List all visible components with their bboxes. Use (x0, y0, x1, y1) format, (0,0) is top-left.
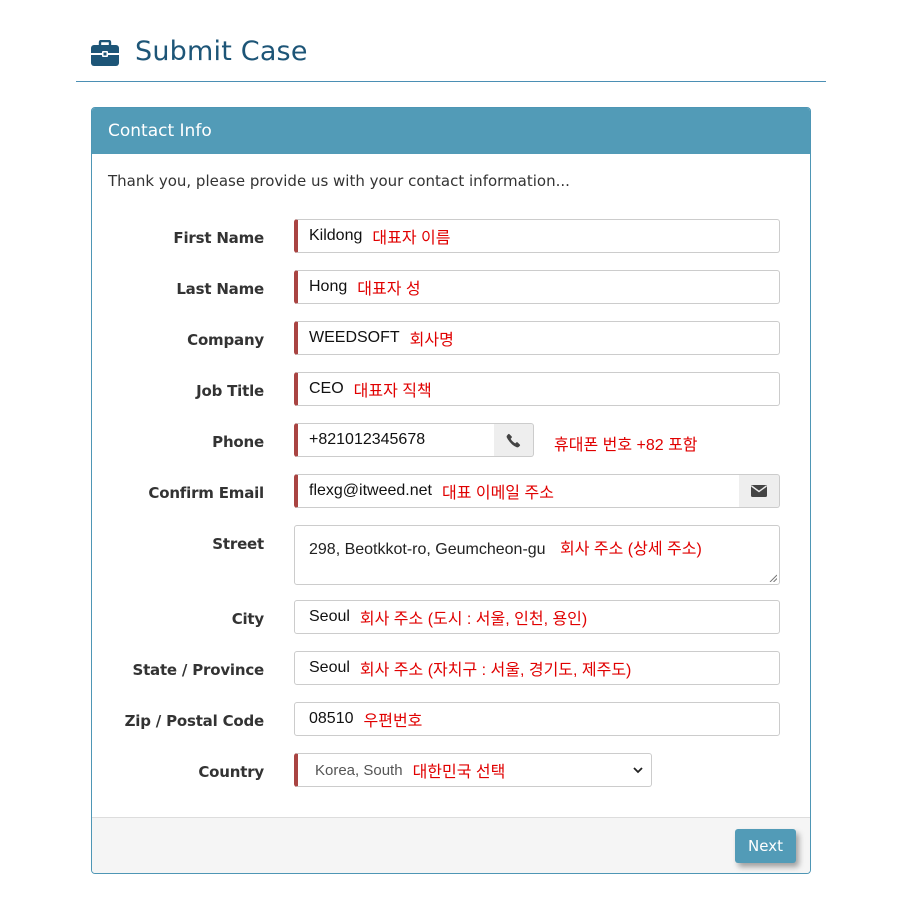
country-label: Country (198, 763, 264, 781)
city-input[interactable]: Seoul 회사 주소 (도시 : 서울, 인천, 용인) (294, 600, 780, 634)
zip-label: Zip / Postal Code (124, 712, 265, 730)
company-value: WEEDSOFT (309, 329, 400, 346)
country-value: Korea, South (315, 761, 403, 779)
state-input[interactable]: Seoul 회사 주소 (자치구 : 서울, 경기도, 제주도) (294, 651, 780, 685)
job-title-note: 대표자 직책 (353, 383, 432, 400)
phone-label: Phone (212, 433, 264, 451)
company-input[interactable]: WEEDSOFT 회사명 (294, 321, 780, 355)
zip-row: Zip / Postal Code 08510 우편번호 (92, 702, 810, 738)
first-name-value: Kildong (309, 227, 363, 244)
phone-value: +821012345678 (309, 431, 426, 448)
first-name-input[interactable]: Kildong 대표자 이름 (294, 219, 780, 253)
city-label: City (231, 610, 265, 628)
page: Submit Case Contact Info Thank you, plea… (0, 0, 905, 917)
city-value: Seoul (309, 608, 350, 625)
next-button[interactable]: Next (735, 829, 796, 863)
intro-text: Thank you, please provide us with your c… (108, 172, 570, 190)
city-row: City Seoul 회사 주소 (도시 : 서울, 인천, 용인) (92, 600, 810, 636)
briefcase-icon (91, 40, 119, 66)
country-row: Country Korea, South 대한민국 선택 (92, 753, 810, 789)
resize-grip-icon[interactable] (769, 574, 777, 582)
zip-note: 우편번호 (363, 713, 423, 730)
state-label: State / Province (132, 661, 264, 679)
envelope-icon (751, 485, 767, 497)
phone-row: Phone +821012345678 휴대폰 번호 +82 포함 (92, 423, 810, 459)
confirm-email-value: flexg@itweed.net (309, 482, 432, 499)
company-row: Company WEEDSOFT 회사명 (92, 321, 810, 357)
job-title-row: Job Title CEO 대표자 직책 (92, 372, 810, 408)
phone-note: 휴대폰 번호 +82 포함 (554, 437, 698, 454)
street-textarea[interactable]: 298, Beotkkot-ro, Geumcheon-gu 회사 주소 (상세… (294, 525, 780, 585)
job-title-label: Job Title (196, 382, 264, 400)
last-name-input[interactable]: Hong 대표자 성 (294, 270, 780, 304)
street-row: Street 298, Beotkkot-ro, Geumcheon-gu 회사… (92, 525, 810, 585)
state-value: Seoul (309, 659, 350, 676)
chevron-down-icon (633, 767, 643, 774)
confirm-email-label: Confirm Email (148, 484, 264, 502)
state-row: State / Province Seoul 회사 주소 (자치구 : 서울, … (92, 651, 810, 687)
confirm-email-input[interactable]: flexg@itweed.net 대표 이메일 주소 (294, 474, 740, 508)
company-note: 회사명 (409, 332, 454, 349)
street-value: 298, Beotkkot-ro, Geumcheon-gu (309, 541, 546, 558)
zip-value: 08510 (309, 710, 354, 727)
last-name-value: Hong (309, 278, 348, 295)
panel-footer: Next (92, 817, 810, 873)
country-note: 대한민국 선택 (412, 764, 506, 781)
city-note: 회사 주소 (도시 : 서울, 인천, 용인) (359, 611, 588, 628)
page-header: Submit Case (76, 30, 826, 82)
last-name-row: Last Name Hong 대표자 성 (92, 270, 810, 306)
job-title-value: CEO (309, 380, 344, 397)
phone-addon (494, 423, 534, 457)
zip-input[interactable]: 08510 우편번호 (294, 702, 780, 736)
last-name-note: 대표자 성 (357, 281, 421, 298)
email-addon (739, 474, 780, 508)
panel-heading-text: Contact Info (108, 121, 212, 141)
confirm-email-note: 대표 이메일 주소 (441, 485, 554, 502)
first-name-label: First Name (173, 229, 264, 247)
last-name-label: Last Name (176, 280, 264, 298)
panel-heading: Contact Info (92, 108, 810, 154)
contact-info-panel: Contact Info Thank you, please provide u… (91, 107, 811, 874)
phone-icon (506, 433, 521, 447)
street-label: Street (212, 535, 264, 553)
phone-input[interactable]: +821012345678 (294, 423, 495, 457)
first-name-row: First Name Kildong 대표자 이름 (92, 219, 810, 255)
first-name-note: 대표자 이름 (372, 230, 451, 247)
country-select[interactable]: Korea, South 대한민국 선택 (294, 753, 652, 787)
state-note: 회사 주소 (자치구 : 서울, 경기도, 제주도) (359, 662, 632, 679)
company-label: Company (187, 331, 264, 349)
confirm-email-row: Confirm Email flexg@itweed.net 대표 이메일 주소 (92, 474, 810, 510)
job-title-input[interactable]: CEO 대표자 직책 (294, 372, 780, 406)
street-note: 회사 주소 (상세 주소) (560, 541, 702, 558)
page-title: Submit Case (135, 36, 308, 67)
